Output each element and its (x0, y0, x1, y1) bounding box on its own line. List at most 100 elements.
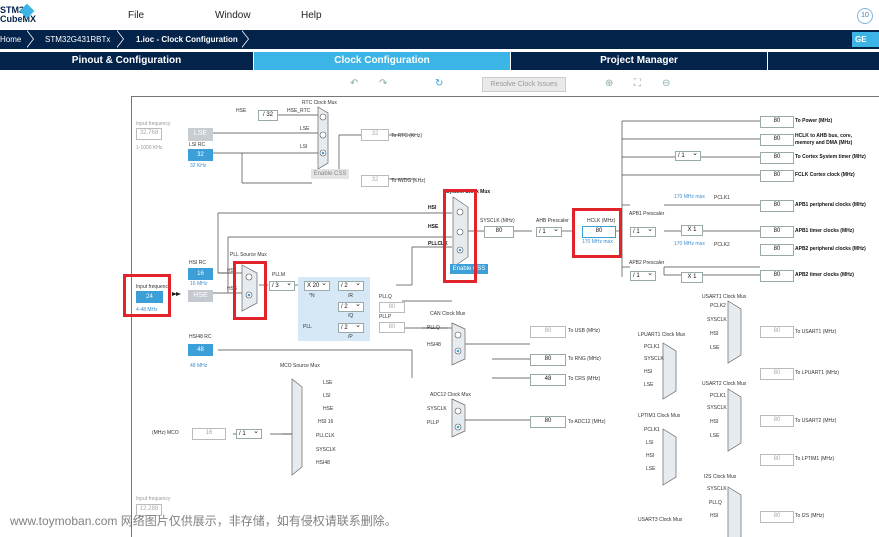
ahb-prescaler-select[interactable]: / 1 (536, 226, 562, 237)
apb1-prescaler-select[interactable]: / 1 (630, 226, 656, 237)
i2s-opt-pllq: PLLQ (709, 500, 722, 506)
pllp-out-field[interactable]: 80 (379, 322, 405, 333)
fclk-field[interactable]: 80 (760, 170, 794, 182)
can-hsi48-label: HSI48 (427, 342, 441, 348)
hse-block[interactable]: HSE (188, 290, 213, 302)
adc-label: To ADC12 (MHz) (568, 419, 606, 425)
sysclk-label: SYSCLK (MHz) (480, 218, 515, 224)
hclk-ahb-field[interactable]: 80 (760, 134, 794, 146)
mco-opt-hsi48: HSI48 (316, 460, 330, 466)
adc-mux-label: ADC12 Clock Mux (430, 392, 471, 398)
mco-field[interactable]: 16 (192, 428, 226, 440)
usart1-field[interactable]: 80 (760, 326, 794, 338)
hclk-ahb-label: HCLK to AHB bus, core, (795, 133, 853, 139)
pllr-label: /R (348, 293, 353, 299)
usb-field[interactable]: 80 (530, 326, 566, 338)
cortex-div-select[interactable]: / 1 (675, 150, 701, 161)
pllm-label: PLLM (272, 272, 286, 278)
apb1-timer-field[interactable]: 80 (760, 226, 794, 238)
usart2-opt-lse: LSE (710, 433, 720, 439)
menu-file[interactable]: File (128, 10, 144, 21)
breadcrumb-home[interactable]: Home (0, 30, 21, 49)
usart2-field[interactable]: 80 (760, 415, 794, 427)
hsi48-mhz: 48 MHz (190, 363, 208, 369)
refresh-icon[interactable]: ↻ (435, 78, 443, 89)
hclk-ahb-sublabel: memory and DMA (MHz) (795, 140, 853, 146)
zoom-in-icon[interactable]: ⊕ (605, 78, 613, 89)
plln-select[interactable]: X 20 (304, 280, 330, 291)
adc-field[interactable]: 80 (530, 416, 566, 428)
lsi-rc-label: LSI RC (189, 142, 206, 148)
pllq-out-field[interactable]: 80 (379, 302, 405, 313)
i2s-field[interactable]: 80 (760, 511, 794, 523)
enable-css-rtc-button[interactable]: Enable CSS (311, 169, 349, 179)
zoom-out-icon[interactable]: ⊖ (662, 78, 670, 89)
mco-label: (MHz) MCO (152, 430, 179, 436)
rng-field[interactable]: 80 (530, 354, 566, 366)
can-mux-label: CAN Clock Mux (430, 311, 466, 317)
pllm-select[interactable]: / 3 (269, 280, 295, 291)
apb2-max: 170 MHz max (674, 241, 705, 247)
redo-icon[interactable]: ↷ (379, 78, 387, 89)
lse-input-label: Input frequency (136, 121, 171, 127)
lpuart-field[interactable]: 80 (760, 368, 794, 380)
lptim-field[interactable]: 80 (760, 454, 794, 466)
lsi-block[interactable]: 32 (188, 149, 213, 161)
hse-input-highlight (123, 274, 171, 317)
rtc-div-32[interactable]: / 32 (258, 110, 278, 121)
apb2-timer-mult[interactable]: X 1 (681, 272, 703, 283)
resolve-clock-issues-button[interactable]: Resolve Clock Issues (482, 77, 566, 92)
sysclk-field[interactable]: 80 (484, 226, 514, 238)
i2s-mux-label: I2S Clock Mux (704, 474, 737, 480)
usart2-label: To USART2 (MHz) (795, 418, 837, 424)
undo-icon[interactable]: ↶ (350, 78, 358, 89)
pllq-label: /Q (348, 313, 354, 319)
menu-bar: STM32 CubeMX File Window Help 10 (0, 0, 879, 30)
hsi-rc-label: HSI RC (189, 260, 206, 266)
tab-pinout[interactable]: Pinout & Configuration (0, 52, 253, 70)
crs-field[interactable]: 48 (530, 374, 566, 386)
menu-help[interactable]: Help (301, 10, 322, 21)
apb2-prescaler-select[interactable]: / 1 (630, 270, 656, 281)
breadcrumb-current[interactable]: 1.ioc - Clock Configuration (136, 30, 238, 49)
pllr-select[interactable]: / 2 (338, 280, 364, 291)
usart1-opt-pclk2: PCLK2 (710, 303, 726, 309)
lptim-label: To LPTIM1 (MHz) (795, 456, 835, 462)
fit-icon[interactable]: ⛶ (634, 78, 641, 89)
generate-code-button[interactable]: GE (852, 32, 879, 47)
fclk-label: FCLK Cortex clock (MHz) (795, 172, 855, 178)
usart1-label: To USART1 (MHz) (795, 329, 837, 335)
hsi-block[interactable]: 16 (188, 268, 213, 280)
apb2-timer-field[interactable]: 80 (760, 270, 794, 282)
sys-mux-highlight (443, 189, 477, 283)
iwdg-output-field[interactable]: 32 (361, 175, 389, 187)
breadcrumb-device[interactable]: STM32G431RBTx (45, 30, 110, 49)
rtc-lse-label: LSE (300, 126, 310, 132)
apb2-timer-label: APB2 timer clocks (MHz) (795, 272, 854, 278)
pllp-select[interactable]: / 2 (338, 322, 364, 333)
cortex-timer-field[interactable]: 80 (760, 152, 794, 164)
apb1-periph-field[interactable]: 80 (760, 200, 794, 212)
hsi48-block[interactable]: 48 (188, 344, 213, 356)
mco-div-select[interactable]: / 1 (236, 428, 262, 439)
pll-src-mux-label: PLL Source Mux (230, 252, 267, 258)
lpuart-mux-label: LPUART1 Clock Mux (638, 332, 686, 338)
apb2-prescaler-label: APB2 Prescaler (629, 260, 665, 266)
adc-sysclk-label: SYSCLK (427, 406, 447, 412)
hclk-highlight (572, 208, 622, 258)
apb1-timer-mult[interactable]: X 1 (681, 225, 703, 236)
rtc-output-field[interactable]: 32 (361, 129, 389, 141)
tab-project[interactable]: Project Manager (511, 52, 767, 70)
lse-input-field[interactable]: 32.768 (136, 128, 162, 140)
apb2-periph-field[interactable]: 80 (760, 244, 794, 256)
pllq-select[interactable]: / 2 (338, 301, 364, 312)
tab-clock[interactable]: Clock Configuration (254, 52, 510, 70)
lse-block[interactable]: LSE (188, 128, 213, 141)
power-field[interactable]: 80 (760, 116, 794, 128)
menu-window[interactable]: Window (215, 10, 251, 21)
pll-label: PLL (303, 324, 312, 330)
lptim-opt-hsi: HSI (646, 453, 655, 459)
rtc-mux-label: RTC Clock Mux (302, 100, 337, 106)
lptim-mux-label: LPTIM1 Clock Mux (638, 413, 681, 419)
rtc-output-label: To RTC (KHz) (391, 133, 423, 139)
